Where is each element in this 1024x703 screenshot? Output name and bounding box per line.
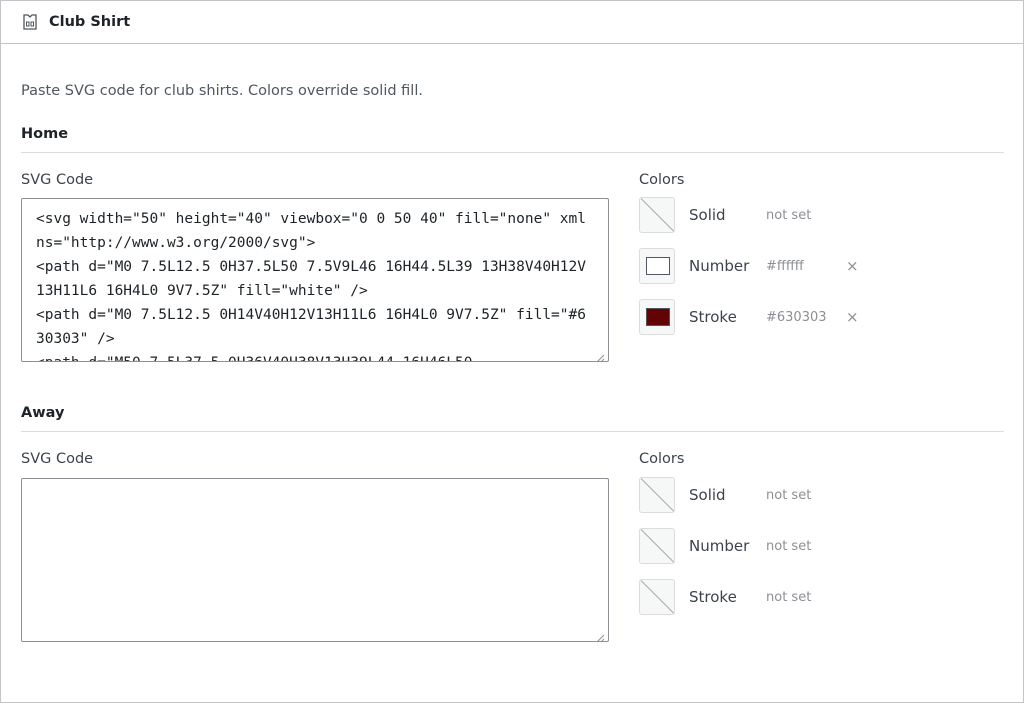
away-number-swatch[interactable]	[639, 528, 675, 564]
shirt-icon	[21, 13, 39, 31]
away-number-label: Number	[689, 537, 750, 555]
home-solid-swatch[interactable]	[639, 197, 675, 233]
home-svg-label: SVG Code	[21, 172, 94, 188]
home-solid-value: not set	[766, 207, 812, 223]
home-color-solid: Solid not set	[639, 197, 846, 233]
home-divider	[21, 152, 1004, 153]
home-stroke-label: Stroke	[689, 308, 737, 326]
home-color-stroke: Stroke #630303 ×	[639, 299, 859, 335]
away-color-solid: Solid not set	[639, 477, 846, 513]
away-solid-value: not set	[766, 487, 812, 503]
home-stroke-swatch[interactable]	[639, 299, 675, 335]
away-divider	[21, 431, 1004, 432]
home-solid-label: Solid	[689, 206, 726, 224]
away-section-title: Away	[21, 405, 65, 421]
panel-header: Club Shirt	[1, 1, 1023, 44]
away-color-stroke: Stroke not set	[639, 579, 846, 615]
away-stroke-swatch[interactable]	[639, 579, 675, 615]
home-number-fill	[646, 257, 670, 275]
panel-title: Club Shirt	[49, 14, 131, 30]
away-colors-label: Colors	[639, 451, 685, 467]
home-svg-code-input[interactable]	[21, 198, 609, 362]
away-number-value: not set	[766, 538, 812, 554]
home-section-title: Home	[21, 126, 69, 142]
home-stroke-clear-icon[interactable]: ×	[846, 308, 859, 326]
home-number-label: Number	[689, 257, 750, 275]
away-color-number: Number not set	[639, 528, 846, 564]
home-number-value: #ffffff	[766, 258, 804, 274]
away-svg-code-input[interactable]	[21, 478, 609, 642]
away-svg-label: SVG Code	[21, 451, 94, 467]
club-shirt-panel: Club Shirt Paste SVG code for club shirt…	[0, 0, 1024, 703]
home-number-swatch[interactable]	[639, 248, 675, 284]
away-resize-handle[interactable]	[595, 628, 605, 643]
home-resize-handle[interactable]	[595, 348, 605, 363]
away-solid-swatch[interactable]	[639, 477, 675, 513]
away-solid-label: Solid	[689, 486, 726, 504]
home-color-number: Number #ffffff ×	[639, 248, 859, 284]
home-colors-label: Colors	[639, 172, 685, 188]
home-stroke-fill	[646, 308, 670, 326]
home-number-clear-icon[interactable]: ×	[846, 257, 859, 275]
home-stroke-value: #630303	[766, 309, 827, 325]
intro-text: Paste SVG code for club shirts. Colors o…	[21, 83, 423, 99]
away-stroke-label: Stroke	[689, 588, 737, 606]
away-stroke-value: not set	[766, 589, 812, 605]
